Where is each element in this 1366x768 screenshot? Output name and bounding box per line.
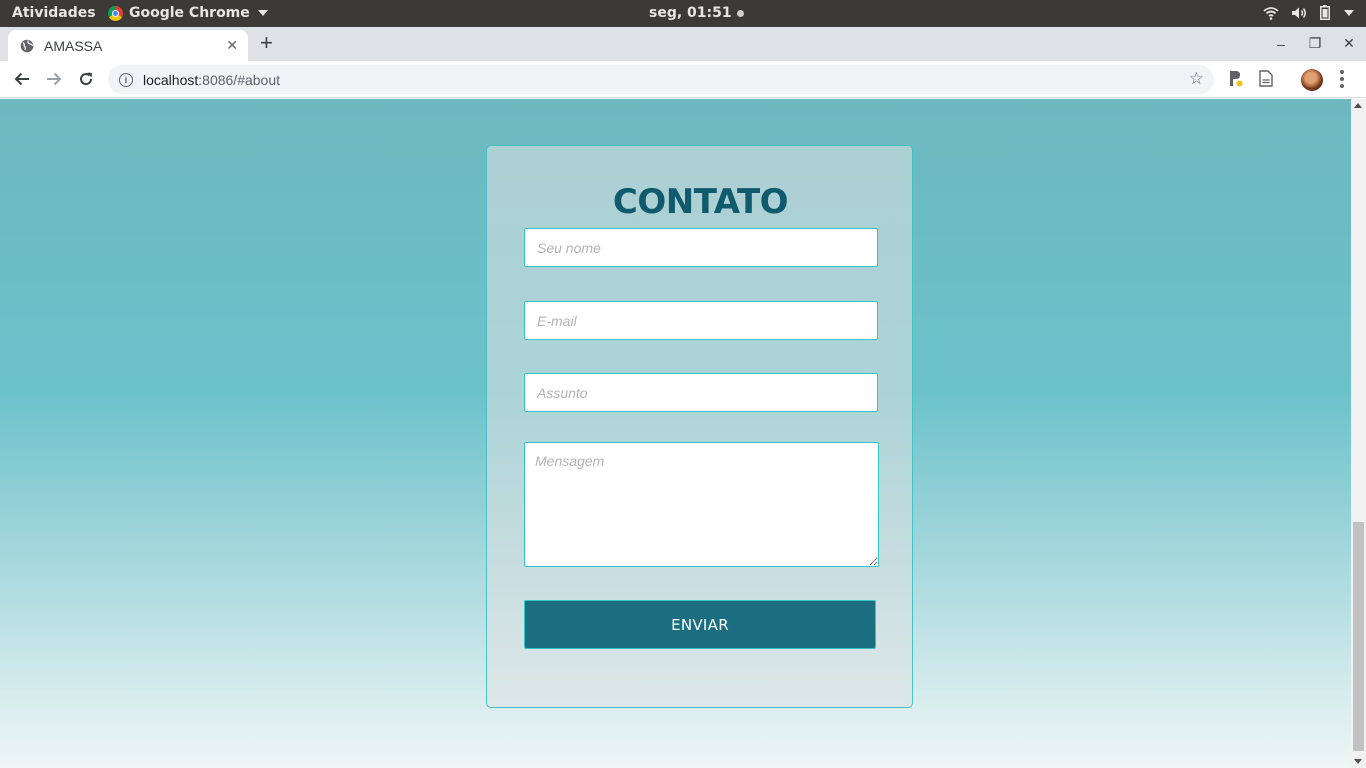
app-menu-label: Google Chrome	[129, 5, 250, 21]
close-icon[interactable]: ✕	[226, 37, 238, 53]
activities-button[interactable]: Atividades	[12, 5, 96, 21]
app-menu[interactable]: Google Chrome	[108, 5, 268, 21]
browser-toolbar: i localhost:8086/#about ☆	[0, 61, 1366, 98]
system-tray[interactable]	[1263, 5, 1354, 20]
tab-amassa[interactable]: AMASSA ✕	[8, 30, 248, 61]
tab-strip: AMASSA ✕ + – ❐ ✕	[0, 27, 1366, 61]
address-bar[interactable]: i localhost:8086/#about ☆	[108, 65, 1214, 94]
email-input[interactable]	[524, 301, 878, 340]
back-icon[interactable]	[11, 69, 33, 89]
scroll-up-arrow-icon[interactable]	[1354, 103, 1362, 108]
chevron-down-icon	[257, 10, 268, 16]
url-path: :8086/#about	[198, 71, 281, 88]
submit-button[interactable]: ENVIAR	[524, 600, 876, 649]
window-close-icon[interactable]: ✕	[1340, 35, 1358, 52]
name-input[interactable]	[524, 228, 878, 267]
window-controls: – ❐ ✕	[1272, 35, 1358, 52]
menu-icon[interactable]	[1340, 70, 1344, 88]
forward-icon[interactable]	[43, 69, 65, 89]
restore-icon[interactable]: ❐	[1306, 35, 1324, 52]
chrome-logo-icon	[108, 5, 123, 21]
avatar[interactable]	[1301, 69, 1323, 91]
message-textarea[interactable]	[524, 442, 879, 567]
page-scrollbar[interactable]	[1351, 99, 1366, 768]
reader-icon[interactable]	[1259, 70, 1273, 92]
clock-label: seg, 01:51	[649, 5, 732, 21]
scrollbar-thumb[interactable]	[1353, 522, 1364, 751]
volume-icon	[1292, 7, 1306, 18]
url-text: localhost:8086/#about	[143, 72, 280, 88]
subject-input[interactable]	[524, 373, 878, 412]
clock[interactable]: seg, 01:51	[649, 5, 744, 21]
battery-icon	[1320, 5, 1330, 20]
globe-icon	[20, 39, 34, 52]
wifi-icon	[1263, 6, 1279, 20]
reload-icon[interactable]	[75, 69, 97, 89]
contact-form-card: CONTATO ENVIAR	[486, 145, 913, 708]
extension-icon[interactable]	[1228, 70, 1243, 92]
url-host: localhost	[143, 71, 199, 88]
contact-title: CONTATO	[612, 182, 789, 222]
tab-title: AMASSA	[44, 37, 103, 54]
star-icon[interactable]: ☆	[1189, 70, 1204, 88]
scroll-down-arrow-icon[interactable]	[1354, 759, 1362, 764]
minimize-icon[interactable]: –	[1272, 36, 1290, 52]
info-icon[interactable]: i	[119, 72, 133, 87]
page-content: CONTATO ENVIAR	[0, 99, 1351, 768]
plus-icon[interactable]: +	[260, 32, 273, 54]
notification-dot-icon	[736, 9, 744, 17]
system-top-bar: Atividades Google Chrome seg, 01:51	[0, 0, 1366, 27]
system-menu-chevron-icon	[1344, 9, 1354, 16]
